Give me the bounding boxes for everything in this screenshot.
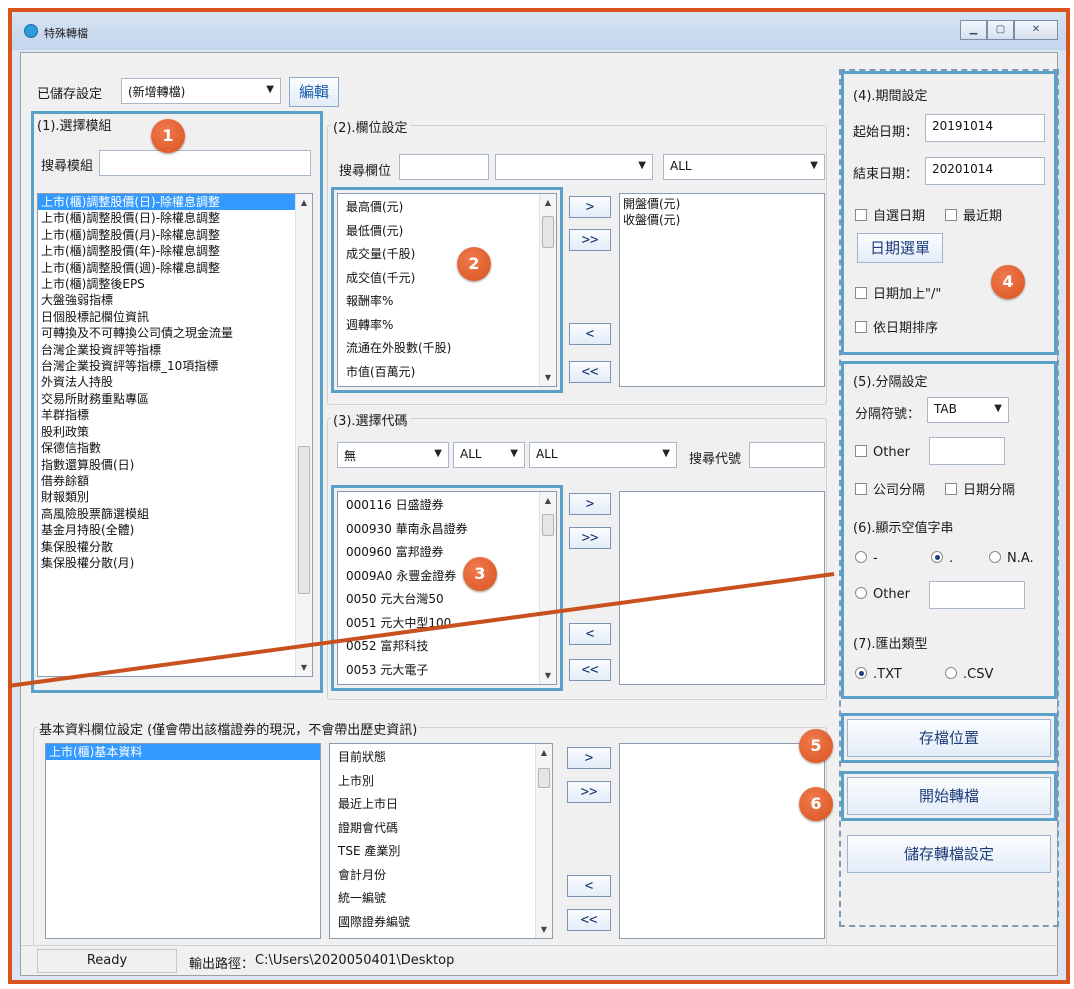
callout-pointer-line [7, 572, 835, 688]
